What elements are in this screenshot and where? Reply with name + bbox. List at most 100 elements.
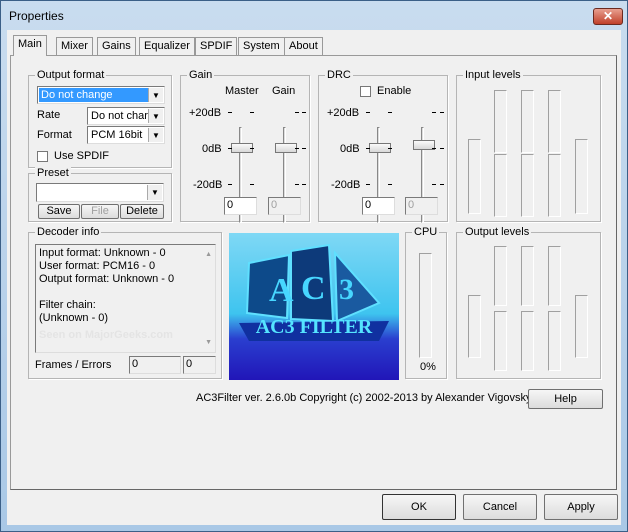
output-level-bar	[548, 246, 561, 306]
help-button[interactable]: Help	[528, 389, 603, 409]
tab-main[interactable]: Main	[13, 35, 47, 56]
input-level-bar	[468, 139, 481, 214]
slider-tick	[366, 148, 370, 149]
output-level-bar	[521, 311, 534, 371]
gain-column-label: Gain	[272, 85, 296, 97]
chevron-down-icon[interactable]: ▼	[147, 185, 162, 200]
drc-value-input[interactable]: 0	[362, 197, 395, 215]
input-level-bar	[521, 90, 534, 153]
gain-label: Gain	[187, 69, 215, 81]
slider-tick	[388, 184, 392, 185]
info-line: User format: PCM16 - 0	[39, 260, 156, 272]
slider-tick	[295, 184, 299, 185]
preset-label: Preset	[35, 167, 71, 179]
drc-enable-checkbox[interactable]	[360, 86, 371, 97]
drc-label: DRC	[325, 69, 353, 81]
ship-icon: AC3 FILTER A C 3	[239, 243, 389, 341]
tab-mixer[interactable]: Mixer	[56, 37, 93, 55]
slider-tick	[432, 184, 436, 185]
save-button[interactable]: Save	[38, 204, 80, 219]
svg-text:A: A	[269, 272, 294, 309]
use-spdif-checkbox[interactable]	[37, 151, 48, 162]
rate-select[interactable]: Do not char ▼	[87, 107, 165, 125]
input-level-bar	[548, 154, 561, 217]
tab-about[interactable]: About	[284, 37, 323, 55]
output-format-label: Output format	[35, 69, 107, 81]
format-select[interactable]: PCM 16bit ▼	[87, 126, 165, 144]
info-line: (Unknown - 0)	[39, 312, 109, 324]
drc-minus20-label: -20dB	[331, 179, 361, 191]
slider-tick	[366, 112, 370, 113]
errors-field: 0	[183, 356, 216, 374]
output-level-bar	[521, 246, 534, 306]
format-label: Format	[37, 129, 72, 141]
slider-tick	[250, 184, 254, 185]
slider-tick	[440, 148, 444, 149]
input-level-bar	[494, 154, 507, 217]
master-gain-input[interactable]: 0	[224, 197, 257, 215]
slider-tick	[432, 112, 436, 113]
slider-tick	[228, 148, 232, 149]
svg-text:AC3 FILTER: AC3 FILTER	[256, 316, 373, 338]
slider-tick	[388, 112, 392, 113]
chevron-down-icon[interactable]: ▼	[148, 109, 163, 123]
scroll-up-icon[interactable]: ▲	[205, 248, 212, 261]
output-levels-label: Output levels	[463, 226, 532, 238]
output-level-bar	[548, 311, 561, 371]
info-line: Input format: Unknown - 0	[39, 247, 166, 259]
drc-plus20-label: +20dB	[327, 107, 360, 119]
decoder-info-text[interactable]: Input format: Unknown - 0 User format: P…	[35, 244, 216, 353]
slider-tick	[432, 148, 436, 149]
file-button[interactable]: File	[81, 204, 119, 219]
delete-button[interactable]: Delete	[120, 204, 164, 219]
input-level-bar	[548, 90, 561, 153]
slider-tick	[228, 184, 232, 185]
decoder-info-label: Decoder info	[35, 226, 102, 238]
preset-select[interactable]: ▼	[36, 183, 164, 202]
tab-system[interactable]: System	[238, 37, 285, 55]
svg-text:3: 3	[339, 273, 354, 306]
info-line: Filter chain:	[39, 299, 96, 311]
slider-tick	[388, 148, 392, 149]
drc-enable-label: Enable	[377, 85, 412, 97]
gain-input[interactable]: 0	[268, 197, 301, 215]
ok-button[interactable]: OK	[382, 494, 456, 520]
window-title: Properties	[9, 9, 64, 23]
tab-gains[interactable]: Gains	[97, 37, 136, 55]
cpu-value: 0%	[420, 361, 436, 373]
master-label: Master	[225, 85, 259, 97]
cancel-button[interactable]: Cancel	[463, 494, 537, 520]
slider-tick	[295, 112, 299, 113]
input-level-bar	[575, 139, 588, 214]
use-spdif-label: Use SPDIF	[54, 150, 110, 162]
svg-text:C: C	[301, 270, 326, 307]
slider-tick	[250, 112, 254, 113]
apply-button[interactable]: Apply	[544, 494, 618, 520]
output-level-bar	[494, 311, 507, 371]
slider-tick	[366, 184, 370, 185]
rate-label: Rate	[37, 109, 61, 121]
scroll-down-icon[interactable]: ▼	[205, 336, 212, 349]
gain-slider-thumb[interactable]	[275, 143, 297, 153]
cpu-meter	[419, 253, 432, 358]
chevron-down-icon[interactable]: ▼	[148, 128, 163, 142]
input-level-bar	[494, 90, 507, 153]
input-levels-label: Input levels	[463, 69, 523, 81]
close-icon[interactable]: ✕	[593, 8, 623, 25]
output-level-bar	[575, 295, 588, 358]
watermark: Seen on MajorGeeks.com	[39, 329, 173, 341]
ac3filter-logo: AC3 FILTER A C 3	[229, 233, 399, 380]
copyright-text: AC3Filter ver. 2.6.0b Copyright (c) 2002…	[196, 392, 532, 404]
frames-field: 0	[129, 356, 181, 374]
drc-value2-input[interactable]: 0	[405, 197, 438, 215]
plus20-label: +20dB	[189, 107, 222, 119]
slider-tick	[228, 112, 232, 113]
slider-tick	[302, 148, 306, 149]
tab-spdif[interactable]: SPDIF	[195, 37, 238, 55]
output-format-select[interactable]: Do not change ▼	[37, 86, 165, 104]
slider-tick	[295, 148, 299, 149]
output-level-bar	[494, 246, 507, 306]
chevron-down-icon[interactable]: ▼	[148, 88, 163, 102]
zero-label: 0dB	[202, 143, 222, 155]
tab-equalizer[interactable]: Equalizer	[139, 37, 195, 55]
